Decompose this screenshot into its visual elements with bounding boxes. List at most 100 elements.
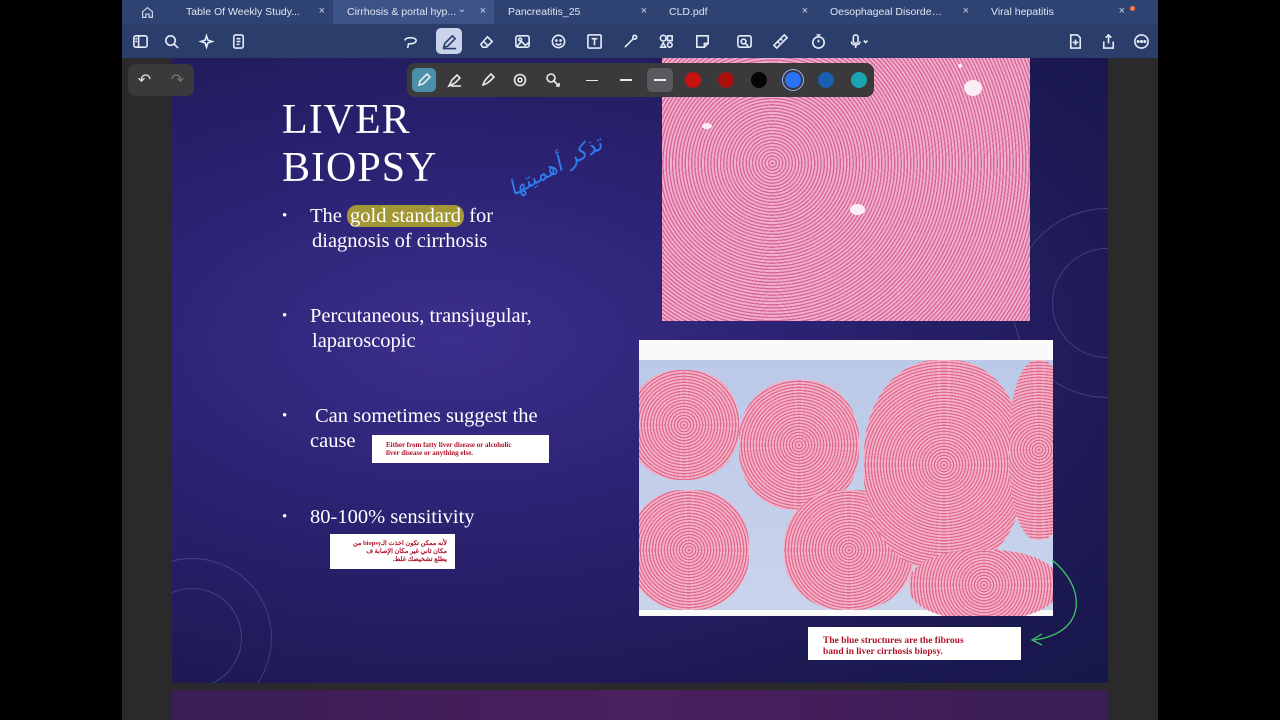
sidebar-icon[interactable]: [128, 29, 152, 53]
close-icon[interactable]: ×: [1119, 5, 1125, 17]
document-canvas[interactable]: LIVER BIOPSY تذكر أهميتها • The gold sta…: [122, 58, 1158, 720]
document-icon[interactable]: [226, 29, 250, 53]
bullet-text: laparoscopic: [312, 330, 416, 352]
search-icon[interactable]: [159, 29, 183, 53]
laser-pointer-icon[interactable]: [618, 29, 642, 53]
bullet-text: for: [464, 205, 494, 227]
tab-label: CLD.pdf: [669, 6, 708, 18]
shapes-icon[interactable]: [654, 29, 678, 53]
highlighted-text: gold standard: [347, 205, 465, 227]
shape-recognition-icon[interactable]: [508, 68, 532, 92]
tab-oesophageal[interactable]: Oesophageal Disorders... ×: [816, 0, 977, 24]
tab-label: Pancreatitis_25: [508, 6, 581, 18]
chevron-down-icon[interactable]: ⌄: [458, 4, 466, 15]
vessel-lumen: [958, 64, 962, 68]
close-icon[interactable]: ×: [802, 5, 808, 17]
stroke-thin[interactable]: [579, 68, 605, 92]
bullet-text: Percutaneous, transjugular,: [310, 305, 532, 327]
slide-background: [639, 340, 1053, 360]
color-swatch-blue-selected[interactable]: [785, 72, 801, 88]
tab-cld[interactable]: CLD.pdf ×: [655, 0, 816, 24]
tap-select-icon[interactable]: [541, 68, 565, 92]
handwritten-annotation: تذكر أهميتها: [503, 129, 608, 198]
bullet-sensitivity: • 80-100% sensitivity: [282, 505, 475, 530]
ai-sparkle-icon[interactable]: [194, 29, 218, 53]
bullet-dot: •: [282, 509, 288, 525]
regenerative-nodule: [639, 370, 739, 480]
note-text: مكان ثاني غير مكان الإصابة ف: [366, 548, 447, 555]
color-swatch-red[interactable]: [685, 72, 701, 88]
home-tab[interactable]: [122, 0, 172, 24]
eraser-icon[interactable]: [474, 29, 498, 53]
note-cause[interactable]: Either from fatty liver disease or alcoh…: [372, 435, 549, 463]
note-text: The blue structures are the fibrous: [823, 636, 964, 646]
regenerative-nodule: [1009, 360, 1053, 540]
bullet-dot: •: [282, 208, 288, 224]
bullet-text: The: [310, 205, 347, 227]
tab-bar: Table Of Weekly Study... × Cirrhosis & p…: [122, 0, 1158, 24]
more-options-icon[interactable]: [1129, 29, 1153, 53]
color-swatch-dark-red[interactable]: [718, 72, 734, 88]
color-swatch-navy[interactable]: [818, 72, 834, 88]
microphone-icon[interactable]: [842, 29, 876, 53]
pen-tool-icon[interactable]: [436, 28, 462, 54]
tab-cirrhosis[interactable]: Cirrhosis & portal hyp... ⌄ ×: [333, 0, 494, 24]
vessel-lumen: [702, 123, 712, 129]
pen-options-bar: [407, 63, 874, 97]
home-icon: [141, 6, 153, 18]
arrow-annotation: [1030, 559, 1077, 646]
tab-viral-hepatitis[interactable]: Viral hepatitis ×: [977, 0, 1141, 24]
normal-liver-histology-image[interactable]: [662, 58, 1030, 321]
ballpoint-pen-icon[interactable]: [443, 68, 467, 92]
regenerative-nodule: [639, 490, 749, 610]
share-icon[interactable]: [1096, 29, 1120, 53]
stroke-medium[interactable]: [613, 68, 639, 92]
text-box-icon[interactable]: [582, 29, 606, 53]
slide-title: LIVER BIOPSY: [282, 96, 437, 192]
image-icon[interactable]: [510, 29, 534, 53]
app-window: Table Of Weekly Study... × Cirrhosis & p…: [122, 0, 1158, 720]
bullet-text: 80-100% sensitivity: [310, 506, 475, 528]
color-swatch-teal[interactable]: [851, 72, 867, 88]
fountain-pen-icon[interactable]: [412, 68, 436, 92]
color-swatch-black[interactable]: [751, 72, 767, 88]
stroke-thick[interactable]: [647, 68, 673, 92]
note-sensitivity[interactable]: لأنه ممكن تكون اخذت الـbiopsy من مكان ثا…: [330, 534, 455, 569]
sticker-icon[interactable]: [546, 29, 570, 53]
brush-pen-icon[interactable]: [476, 68, 500, 92]
note-text: liver disease or anything else.: [386, 449, 474, 457]
tab-pancreatitis[interactable]: Pancreatitis_25 ×: [494, 0, 655, 24]
ruler-icon[interactable]: [768, 29, 792, 53]
tab-weekly-study[interactable]: Table Of Weekly Study... ×: [172, 0, 333, 24]
close-icon[interactable]: ×: [963, 5, 969, 17]
timer-icon[interactable]: [806, 29, 830, 53]
tab-label: Table Of Weekly Study...: [186, 6, 300, 18]
lasso-icon[interactable]: [398, 29, 422, 53]
note-text: يطلع تشخيصك غلط.: [392, 556, 447, 563]
close-icon[interactable]: ×: [319, 5, 325, 17]
sticky-note-icon[interactable]: [690, 29, 714, 53]
title-line-1: LIVER: [282, 97, 411, 143]
screenshot-icon[interactable]: [732, 29, 756, 53]
undo-icon[interactable]: ↶: [138, 70, 151, 90]
redo-icon[interactable]: ↷: [171, 70, 184, 90]
note-fibrous-band[interactable]: The blue structures are the fibrous band…: [808, 627, 1021, 660]
slide-page[interactable]: LIVER BIOPSY تذكر أهميتها • The gold sta…: [172, 58, 1108, 683]
note-text: لأنه ممكن تكون اخذت الـbiopsy من: [353, 540, 447, 547]
title-line-2: BIOPSY: [282, 145, 438, 191]
main-toolbar: [122, 24, 1158, 58]
bullet-gold-standard: • The gold standard for diagnosis of cir…: [282, 204, 493, 254]
tab-label: Viral hepatitis: [991, 6, 1054, 18]
tab-label: Cirrhosis & portal hyp...: [347, 6, 457, 18]
add-page-icon[interactable]: [1063, 29, 1087, 53]
bullet-approaches: • Percutaneous, transjugular, laparoscop…: [282, 304, 532, 354]
close-icon[interactable]: ×: [480, 5, 486, 17]
vessel-lumen: [964, 80, 982, 96]
next-slide-page[interactable]: [172, 690, 1108, 720]
bullet-dot: •: [282, 308, 288, 324]
unsaved-dot: [1130, 6, 1135, 11]
close-icon[interactable]: ×: [641, 5, 647, 17]
cirrhosis-trichrome-histology-image[interactable]: [639, 340, 1053, 616]
bullet-text: diagnosis of cirrhosis: [312, 230, 488, 252]
bullet-text: Can sometimes suggest the: [315, 405, 538, 427]
